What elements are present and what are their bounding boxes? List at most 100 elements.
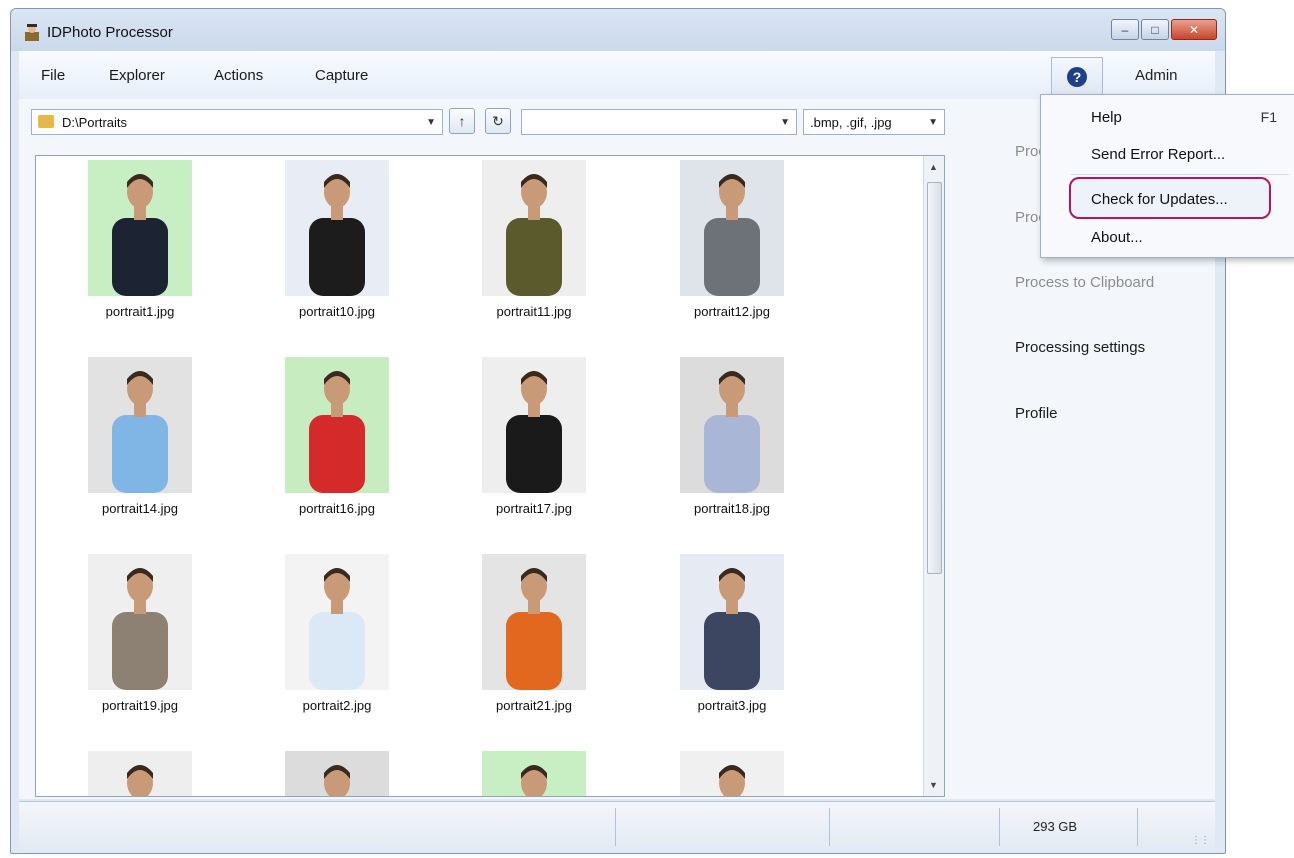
up-folder-button[interactable]: ↑: [449, 108, 475, 134]
folder-icon: [38, 115, 54, 128]
thumbnail-label: portrait2.jpg: [302, 698, 372, 713]
maximize-button[interactable]: □: [1141, 19, 1169, 40]
thumbnail-label: portrait11.jpg: [496, 304, 572, 319]
help-button[interactable]: ?: [1051, 57, 1103, 97]
close-button[interactable]: ✕: [1171, 19, 1217, 40]
person-torso: [704, 612, 760, 690]
thumbnail-label: portrait19.jpg: [102, 698, 178, 713]
portrait-photo: [680, 554, 784, 690]
person-torso: [704, 218, 760, 296]
portrait-photo: [88, 357, 192, 493]
portrait-photo: [88, 554, 192, 690]
portrait-photo: [680, 751, 784, 796]
chevron-down-icon[interactable]: ▼: [780, 117, 790, 128]
vertical-scrollbar[interactable]: ▲ ▼: [923, 156, 944, 796]
portrait-photo: [88, 160, 192, 296]
person-torso: [309, 612, 365, 690]
app-logo-icon: [25, 24, 39, 41]
path-combobox[interactable]: D:\Portraits ▼: [31, 109, 443, 135]
title-bar[interactable]: IDPhoto Processor – □ ✕: [11, 9, 1225, 51]
thumbnail-item[interactable]: [652, 751, 812, 796]
thumbnail-item[interactable]: [60, 751, 220, 796]
thumbnail-item[interactable]: [454, 751, 614, 796]
profile-link[interactable]: Profile: [1015, 405, 1058, 422]
minimize-button[interactable]: –: [1111, 19, 1139, 40]
thumbnail-item[interactable]: portrait17.jpg: [454, 357, 614, 516]
menu-item-send-error-report[interactable]: Send Error Report...: [1091, 146, 1225, 163]
arrow-up-icon: ↑: [458, 113, 466, 129]
portrait-photo: [482, 160, 586, 296]
person-torso: [309, 218, 365, 296]
scroll-thumb[interactable]: [927, 182, 942, 574]
resize-grip-icon[interactable]: ⋮⋮: [1191, 835, 1210, 846]
menu-capture[interactable]: Capture: [315, 67, 368, 84]
menu-separator: [1071, 174, 1289, 175]
thumbnail-label: portrait1.jpg: [105, 304, 175, 319]
status-bar: 293 GB ⋮⋮: [19, 801, 1215, 850]
refresh-button[interactable]: ↻: [485, 108, 511, 134]
portrait-photo: [285, 751, 389, 796]
refresh-icon: ↻: [492, 113, 504, 129]
extension-value: .bmp, .gif, .jpg: [810, 115, 892, 130]
person-torso: [112, 612, 168, 690]
portrait-photo: [285, 357, 389, 493]
menu-file[interactable]: File: [41, 67, 65, 84]
thumbnail-item[interactable]: portrait21.jpg: [454, 554, 614, 713]
person-torso: [506, 415, 562, 493]
thumbnail-item[interactable]: portrait1.jpg: [60, 160, 220, 319]
thumbnail-label: portrait10.jpg: [299, 304, 375, 319]
thumbnail-item[interactable]: portrait2.jpg: [257, 554, 417, 713]
person-torso: [112, 218, 168, 296]
person-torso: [506, 218, 562, 296]
portrait-photo: [482, 554, 586, 690]
filter-combobox[interactable]: ▼: [521, 109, 797, 135]
thumbnail-label: portrait3.jpg: [697, 698, 767, 713]
window-title: IDPhoto Processor: [47, 24, 173, 41]
thumbnail-item[interactable]: portrait12.jpg: [652, 160, 812, 319]
thumbnail-label: portrait16.jpg: [299, 501, 375, 516]
process-to-clipboard[interactable]: Process to Clipboard: [1015, 274, 1154, 291]
portrait-photo: [482, 357, 586, 493]
portrait-photo: [88, 751, 192, 796]
thumbnail-label: portrait18.jpg: [694, 501, 770, 516]
thumbnail-gallery[interactable]: ▲ ▼ portrait1.jpg portrait10.jpg portrait1…: [35, 155, 945, 797]
main-content: D:\Portraits ▼ ↑ ↻ ▼ .bmp, .gif, .jpg ▼ …: [19, 99, 1215, 799]
help-dropdown-menu: Help F1 Send Error Report... Check for U…: [1040, 94, 1294, 258]
processing-settings[interactable]: Processing settings: [1015, 339, 1145, 356]
portrait-photo: [680, 357, 784, 493]
thumbnail-item[interactable]: portrait11.jpg: [454, 160, 614, 319]
chevron-down-icon[interactable]: ▼: [928, 117, 938, 128]
portrait-photo: [680, 160, 784, 296]
person-torso: [112, 415, 168, 493]
thumbnail-item[interactable]: portrait14.jpg: [60, 357, 220, 516]
thumbnail-item[interactable]: portrait16.jpg: [257, 357, 417, 516]
portrait-photo: [285, 160, 389, 296]
thumbnail-item[interactable]: [257, 751, 417, 796]
disk-space: 293 GB: [1033, 819, 1078, 834]
scroll-up-icon[interactable]: ▲: [929, 162, 938, 172]
menu-item-about[interactable]: About...: [1091, 229, 1143, 246]
menu-explorer[interactable]: Explorer: [109, 67, 165, 84]
thumbnail-item[interactable]: portrait3.jpg: [652, 554, 812, 713]
thumbnail-item[interactable]: portrait10.jpg: [257, 160, 417, 319]
thumbnail-label: portrait14.jpg: [102, 501, 178, 516]
menu-actions[interactable]: Actions: [214, 67, 263, 84]
person-torso: [704, 415, 760, 493]
chevron-down-icon[interactable]: ▼: [426, 117, 436, 128]
scroll-down-icon[interactable]: ▼: [929, 780, 938, 790]
help-question-icon: ?: [1067, 67, 1087, 87]
extension-combobox[interactable]: .bmp, .gif, .jpg ▼: [803, 109, 945, 135]
thumbnail-item[interactable]: portrait18.jpg: [652, 357, 812, 516]
admin-menu[interactable]: Admin: [1135, 67, 1178, 84]
thumbnail-label: portrait17.jpg: [496, 501, 572, 516]
thumbnail-item[interactable]: portrait19.jpg: [60, 554, 220, 713]
path-value: D:\Portraits: [62, 115, 128, 130]
menu-item-check-for-updates[interactable]: Check for Updates...: [1091, 191, 1228, 208]
status-divider: [1137, 808, 1138, 846]
status-divider: [615, 808, 616, 846]
menu-item-help[interactable]: Help: [1091, 109, 1122, 126]
portrait-photo: [482, 751, 586, 796]
portrait-photo: [285, 554, 389, 690]
thumbnail-label: portrait21.jpg: [496, 698, 572, 713]
menu-bar: File Explorer Actions Capture ? Admin: [19, 51, 1215, 100]
